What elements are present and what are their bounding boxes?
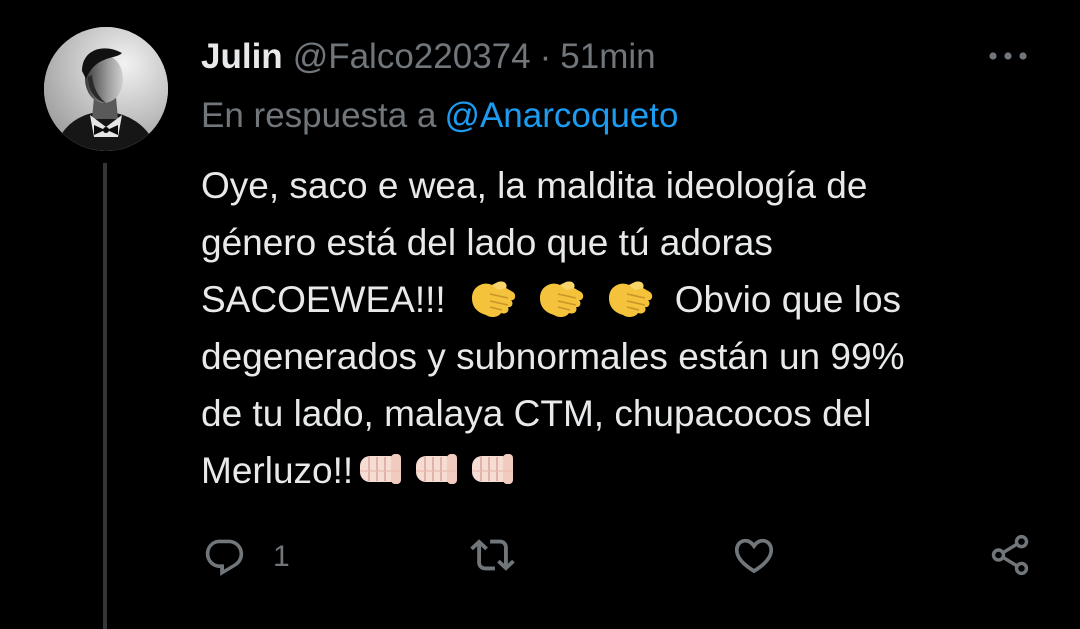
tweet-text: Oye, saco e wea, la maldita ideología de… <box>201 157 1041 499</box>
avatar[interactable] <box>44 27 168 151</box>
pointing-hand-emoji <box>536 276 586 320</box>
tweet-text-line: género está del lado que tú adoras <box>201 222 773 263</box>
reply-icon <box>201 532 247 578</box>
tweet-text-line-7: Merluzo!! <box>201 442 1041 499</box>
action-bar: 1 <box>201 530 1041 580</box>
tweet-text-line: degenerados y subnormales están un 99% <box>201 336 905 377</box>
pointing-hand-emoji <box>605 276 655 320</box>
pointing-hand-emoji <box>468 276 518 320</box>
tweet-time[interactable]: 51min <box>560 37 655 77</box>
tweet-text-segment: SACOEWEA!!! <box>201 279 446 320</box>
tweet-text-segment: Merluzo!! <box>201 450 354 491</box>
reply-prefix: En respuesta a <box>201 96 437 135</box>
tweet-text-line: Oye, saco e wea, la maldita ideología de <box>201 165 868 206</box>
share-icon <box>987 532 1033 578</box>
more-icon[interactable] <box>985 41 1031 71</box>
fist-bump-emoji <box>355 447 405 491</box>
like-button[interactable] <box>731 530 803 580</box>
author-name[interactable]: Julin <box>201 37 283 77</box>
fist-bump-emoji <box>411 447 461 491</box>
tweet[interactable]: Julin @Falco220374 · 51min En respuesta … <box>0 0 1080 629</box>
reply-context: En respuesta a @Anarcoqueto <box>201 96 678 136</box>
tweet-text-segment: Obvio que los <box>674 279 902 320</box>
reply-count: 1 <box>273 540 290 573</box>
tweet-text-line-3: SACOEWEA!!! Obvio que los <box>201 271 1041 328</box>
avatar-image <box>44 27 168 151</box>
separator-dot: · <box>539 37 552 76</box>
thread-line <box>103 163 107 629</box>
tweet-header: Julin @Falco220374 · 51min <box>201 33 656 81</box>
like-icon <box>731 532 777 578</box>
reply-button[interactable]: 1 <box>201 530 290 580</box>
author-handle[interactable]: @Falco220374 <box>293 37 531 77</box>
reply-mention-link[interactable]: @Anarcoqueto <box>444 96 678 135</box>
retweet-icon <box>468 532 518 578</box>
tweet-text-line: de tu lado, malaya CTM, chupacocos del <box>201 393 872 434</box>
share-button[interactable] <box>987 530 1033 580</box>
fist-bump-emoji <box>467 447 517 491</box>
retweet-button[interactable] <box>468 530 544 580</box>
